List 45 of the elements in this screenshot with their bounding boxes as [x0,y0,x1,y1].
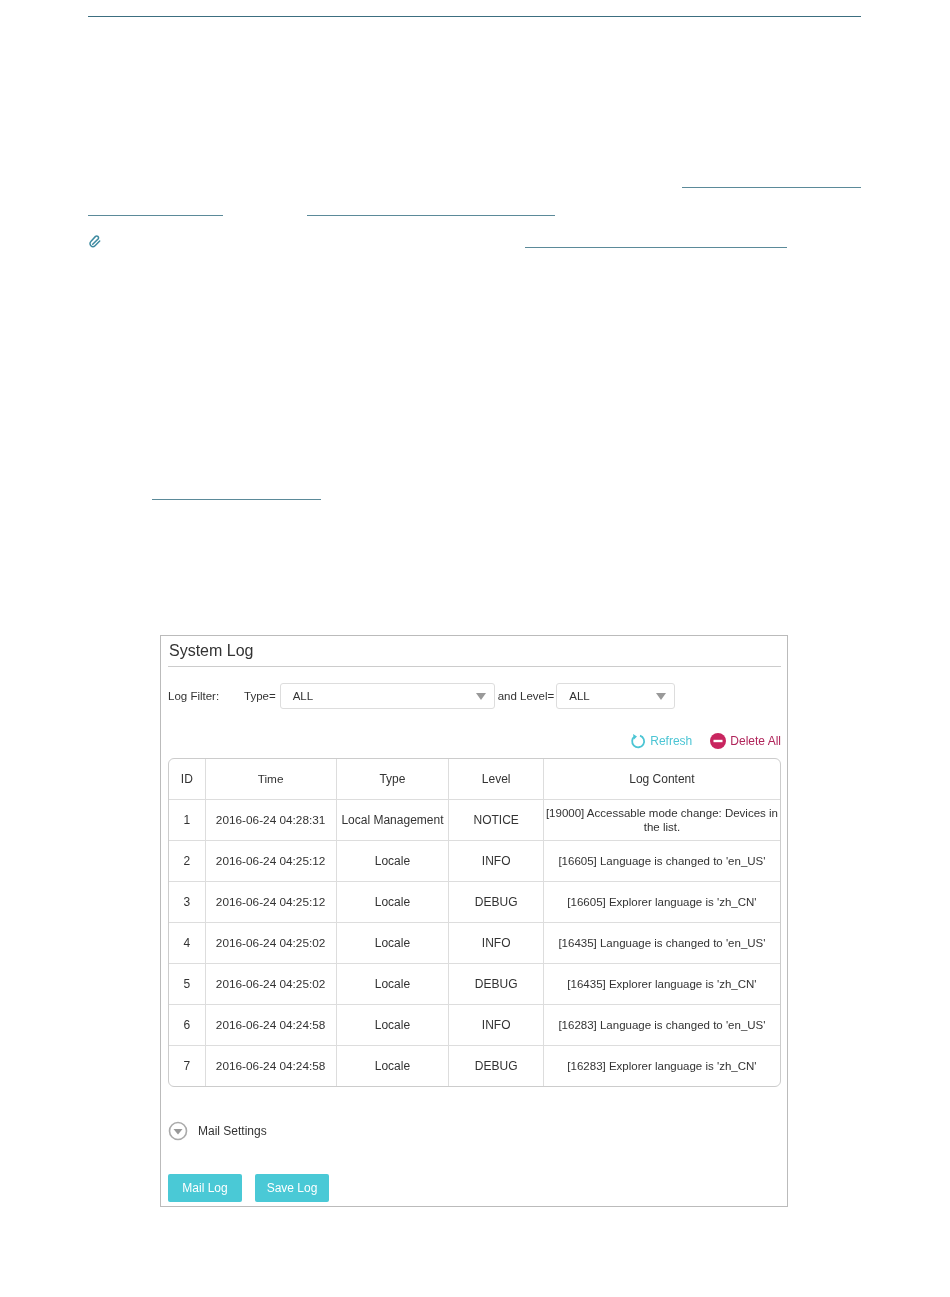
table-cell: Locale [336,881,449,923]
table-cell: INFO [448,1004,544,1046]
delete-all-button[interactable]: Delete All [710,733,781,749]
refresh-icon [630,733,647,749]
minus-circle-icon [710,733,727,749]
table-cell: [16283] Explorer language is 'zh_CN' [543,1045,780,1086]
level-dropdown[interactable]: ALL [556,683,676,709]
table-cell: 2016-06-24 04:25:02 [205,922,336,964]
table-cell: NOTICE [448,799,544,841]
table-cell: 2 [169,840,206,882]
table-cell: 2016-06-24 04:24:58 [205,1004,336,1046]
expand-toggle[interactable] [168,1121,188,1141]
panel-title: System Log [168,636,781,667]
table-cell: 2016-06-24 04:25:02 [205,963,336,1005]
table-cell: Locale [336,1004,449,1046]
table-cell: 2016-06-24 04:28:31 [205,799,336,841]
column-header: Time [205,759,336,800]
table-cell: 4 [169,922,206,964]
table-cell: Local Management [336,799,449,841]
caret-icon [475,692,486,700]
type-label: Type= [244,690,276,702]
table-cell: 3 [169,881,206,923]
table-cell: 5 [169,963,206,1005]
filter-label: Log Filter: [168,690,221,702]
table-cell: 6 [169,1004,206,1046]
table-cell: DEBUG [448,963,544,1005]
table-cell: INFO [448,922,544,964]
type-dropdown[interactable]: ALL [279,683,495,709]
column-header: Level [448,759,544,800]
table-cell: Locale [336,922,449,964]
table-cell: 7 [169,1045,206,1086]
column-header: Type [336,759,449,800]
table-cell: 2016-06-24 04:25:12 [205,881,336,923]
column-header: ID [169,759,206,800]
paperclip-icon [89,235,102,248]
table-cell: 1 [169,799,206,841]
column-header: Log Content [543,759,780,800]
table-cell: 2016-06-24 04:25:12 [205,840,336,882]
level-label: and Level= [497,690,555,702]
mail-settings-label: Mail Settings [198,1124,267,1138]
table-cell: Locale [336,840,449,882]
caret-icon [656,692,667,700]
table-cell: DEBUG [448,881,544,923]
table-cell: INFO [448,840,544,882]
table-cell: Locale [336,963,449,1005]
